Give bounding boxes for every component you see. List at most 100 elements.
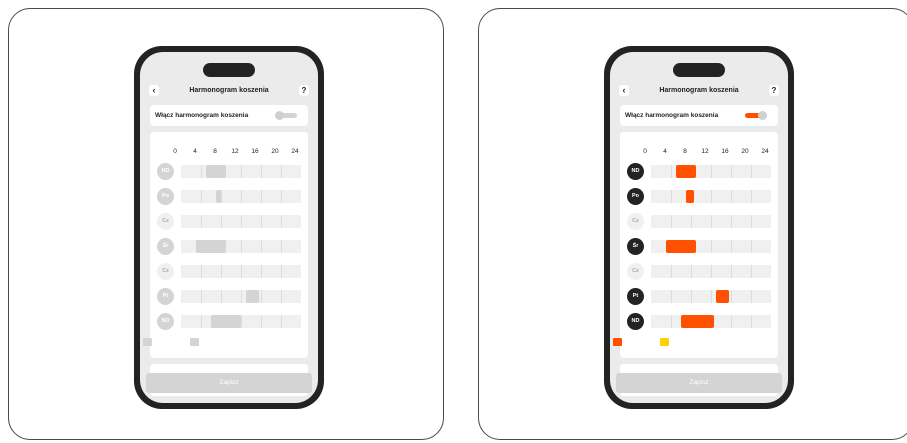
save-button[interactable]: Zapisz bbox=[616, 373, 782, 393]
mowing-time-block[interactable] bbox=[216, 190, 221, 203]
timeline-gridline bbox=[261, 290, 262, 303]
mowing-time-block[interactable] bbox=[716, 290, 729, 303]
day-toggle-po[interactable]: Po bbox=[157, 188, 174, 205]
timeline-gridline bbox=[711, 240, 712, 253]
day-timeline[interactable] bbox=[651, 265, 771, 278]
legend-swatch bbox=[143, 338, 152, 346]
mowing-time-block[interactable] bbox=[666, 240, 696, 253]
schedule-toggle-card: Włącz harmonogram koszenia bbox=[620, 105, 778, 126]
day-row: Po bbox=[150, 187, 308, 205]
header-bar: ‹ Harmonogram koszenia? bbox=[140, 82, 318, 100]
day-toggle-po[interactable]: Po bbox=[627, 188, 644, 205]
timeline-gridline bbox=[261, 190, 262, 203]
hour-label: 4 bbox=[663, 148, 667, 155]
timeline-gridline bbox=[671, 290, 672, 303]
day-timeline[interactable] bbox=[181, 315, 301, 328]
day-row: Cz bbox=[150, 262, 308, 280]
day-timeline[interactable] bbox=[651, 165, 771, 178]
timeline-gridline bbox=[261, 315, 262, 328]
day-timeline[interactable] bbox=[181, 290, 301, 303]
day-timeline[interactable] bbox=[651, 290, 771, 303]
mowing-time-block[interactable] bbox=[211, 315, 241, 328]
day-timeline[interactable] bbox=[181, 190, 301, 203]
timeline-gridline bbox=[241, 315, 242, 328]
timeline-gridline bbox=[261, 240, 262, 253]
timeline-gridline bbox=[731, 315, 732, 328]
timeline-gridline bbox=[691, 290, 692, 303]
day-toggle-cz[interactable]: Cz bbox=[157, 213, 174, 230]
schedule-toggle-switch[interactable] bbox=[275, 111, 297, 120]
mowing-time-block[interactable] bbox=[686, 190, 694, 203]
day-row: ND bbox=[150, 162, 308, 180]
hour-label: 8 bbox=[683, 148, 687, 155]
day-toggle-cz[interactable]: Cz bbox=[157, 263, 174, 280]
day-toggle-śr[interactable]: Śr bbox=[627, 238, 644, 255]
timeline-gridline bbox=[221, 215, 222, 228]
timeline-gridline bbox=[751, 215, 752, 228]
day-timeline[interactable] bbox=[181, 265, 301, 278]
timeline-gridline bbox=[261, 265, 262, 278]
day-toggle-cz[interactable]: Cz bbox=[627, 213, 644, 230]
day-timeline[interactable] bbox=[651, 240, 771, 253]
mowing-time-block[interactable] bbox=[681, 315, 714, 328]
phone-frame: ‹ Harmonogram koszenia? Włącz harmonogram … bbox=[134, 46, 324, 409]
mowing-time-block[interactable] bbox=[246, 290, 259, 303]
day-timeline[interactable] bbox=[651, 215, 771, 228]
hour-label: 20 bbox=[741, 148, 749, 155]
schedule-toggle-label: Włącz harmonogram koszenia bbox=[155, 112, 249, 119]
timeline-gridline bbox=[731, 165, 732, 178]
mowing-time-block[interactable] bbox=[206, 165, 226, 178]
timeline-gridline bbox=[241, 290, 242, 303]
phone-notch bbox=[673, 63, 725, 77]
timeline-gridline bbox=[751, 315, 752, 328]
timeline-gridline bbox=[281, 190, 282, 203]
timeline-gridline bbox=[691, 215, 692, 228]
phone-screen: ‹ Harmonogram koszenia? Włącz harmonogram … bbox=[610, 52, 788, 403]
schedule-card: 0 4 8 12 16 20 24 ND Po Cz Śr Cz Pt ND bbox=[613, 132, 778, 358]
timeline-gridline bbox=[751, 240, 752, 253]
day-row: Śr bbox=[150, 237, 308, 255]
day-timeline[interactable] bbox=[181, 215, 301, 228]
day-timeline[interactable] bbox=[651, 315, 771, 328]
hour-label: 24 bbox=[291, 148, 299, 155]
day-toggle-nd[interactable]: ND bbox=[157, 163, 174, 180]
day-toggle-nd[interactable]: ND bbox=[627, 163, 644, 180]
day-timeline[interactable] bbox=[181, 240, 301, 253]
timeline-gridline bbox=[671, 315, 672, 328]
day-timeline[interactable] bbox=[181, 165, 301, 178]
schedule-toggle-switch[interactable] bbox=[745, 111, 767, 120]
hour-label: 8 bbox=[213, 148, 217, 155]
timeline-gridline bbox=[201, 190, 202, 203]
phone-notch bbox=[203, 63, 255, 77]
mowing-time-block[interactable] bbox=[196, 240, 226, 253]
timeline-gridline bbox=[671, 215, 672, 228]
day-row: ND bbox=[150, 312, 308, 330]
phone-frame: ‹ Harmonogram koszenia? Włącz harmonogram … bbox=[604, 46, 794, 409]
timeline-gridline bbox=[241, 165, 242, 178]
header-bar: ‹ Harmonogram koszenia? bbox=[610, 82, 788, 100]
timeline-gridline bbox=[731, 240, 732, 253]
timeline-gridline bbox=[731, 190, 732, 203]
day-toggle-cz[interactable]: Cz bbox=[627, 263, 644, 280]
hour-label: 0 bbox=[643, 148, 647, 155]
help-button[interactable]: ? bbox=[769, 85, 779, 96]
timeline-gridline bbox=[221, 190, 222, 203]
help-button[interactable]: ? bbox=[299, 85, 309, 96]
day-toggle-nd[interactable]: ND bbox=[157, 313, 174, 330]
day-toggle-nd[interactable]: ND bbox=[627, 313, 644, 330]
mowing-time-block[interactable] bbox=[676, 165, 696, 178]
day-toggle-śr[interactable]: Śr bbox=[157, 238, 174, 255]
schedule-card: 0 4 8 12 16 20 24 ND Po Cz Śr Cz Pt ND bbox=[143, 132, 308, 358]
day-timeline[interactable] bbox=[651, 190, 771, 203]
day-toggle-pt[interactable]: Pt bbox=[627, 288, 644, 305]
hour-label: 16 bbox=[251, 148, 259, 155]
timeline-gridline bbox=[241, 265, 242, 278]
timeline-gridline bbox=[201, 165, 202, 178]
day-row: Po bbox=[620, 187, 778, 205]
save-button[interactable]: Zapisz bbox=[146, 373, 312, 393]
timeline-gridline bbox=[261, 215, 262, 228]
timeline-gridline bbox=[241, 215, 242, 228]
day-toggle-pt[interactable]: Pt bbox=[157, 288, 174, 305]
hour-label: 12 bbox=[701, 148, 709, 155]
legend-swatch bbox=[190, 338, 199, 346]
